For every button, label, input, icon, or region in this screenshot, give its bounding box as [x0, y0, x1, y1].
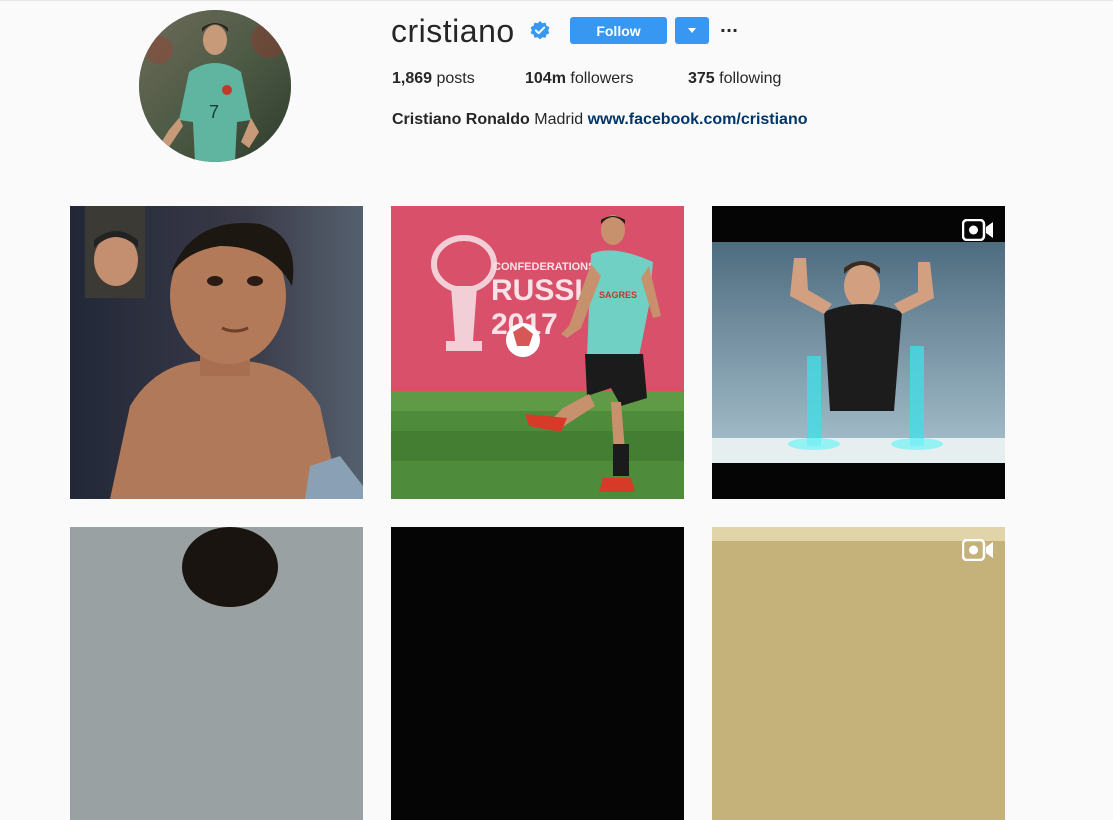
posts-label: posts — [436, 70, 475, 87]
top-border — [0, 0, 1113, 1]
followers-count: 104m — [525, 70, 566, 87]
post-image-video-preview — [712, 527, 1005, 820]
post-thumbnail[interactable]: CONFEDERATIONS CUP RUSSIA 2017 SAGRES — [391, 206, 684, 499]
shirt-text: SAGRES — [599, 290, 637, 300]
post-thumbnail[interactable] — [70, 527, 363, 820]
profile-avatar[interactable]: 7 — [139, 10, 291, 162]
post-thumbnail[interactable] — [712, 527, 1005, 820]
post-image-hologram-video — [712, 206, 1005, 499]
bio-location: Madrid — [534, 111, 584, 128]
post-thumbnail[interactable] — [391, 527, 684, 820]
more-options-button[interactable]: ··· — [719, 17, 739, 44]
post-thumbnail[interactable] — [70, 206, 363, 499]
posts-stat: 1,869 posts — [392, 68, 475, 90]
followers-label: followers — [570, 70, 634, 87]
profile-username: cristiano — [391, 13, 515, 49]
post-image-portrait — [70, 527, 363, 820]
post-image-dark — [391, 527, 684, 820]
post-thumbnail[interactable] — [712, 206, 1005, 499]
post-image-child-photo — [70, 206, 363, 499]
svg-text:7: 7 — [209, 102, 219, 122]
external-link[interactable]: www.facebook.com/cristiano — [588, 111, 808, 128]
following-label: following — [719, 70, 782, 87]
followers-stat[interactable]: 104m followers — [525, 68, 634, 90]
following-stat[interactable]: 375 following — [688, 68, 781, 90]
profile-bio: Cristiano Ronaldo Madrid www.facebook.co… — [392, 109, 808, 131]
video-camera-icon — [962, 539, 993, 561]
caret-down-icon — [688, 28, 696, 33]
suggestions-dropdown-button[interactable] — [675, 17, 709, 44]
verified-badge-icon — [530, 21, 550, 40]
full-name: Cristiano Ronaldo — [392, 111, 530, 128]
post-image-football-training: CONFEDERATIONS CUP RUSSIA 2017 SAGRES — [391, 206, 684, 499]
video-camera-icon — [962, 219, 993, 241]
follow-button[interactable]: Follow — [570, 17, 667, 44]
following-count: 375 — [688, 70, 715, 87]
posts-count: 1,869 — [392, 70, 433, 87]
